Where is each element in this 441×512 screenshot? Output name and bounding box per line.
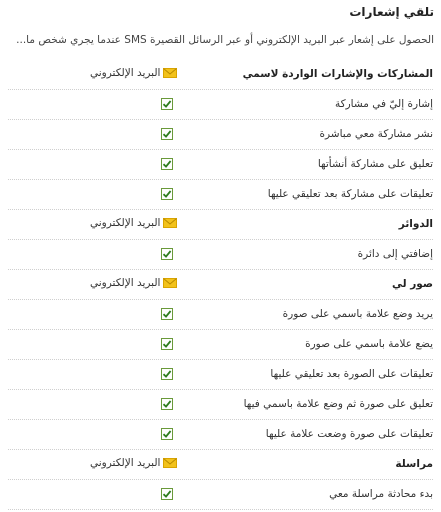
notification-row: بدء محادثة مراسلة معي (0, 480, 441, 510)
email-checkbox[interactable] (161, 398, 173, 410)
notification-row: تعليقات على صورة وضعت علامة عليها (0, 420, 441, 450)
notification-label: تعليق على صورة ثم وضع علامة باسمي فيها (243, 398, 433, 410)
section-header: الدوائر البريد الإلكتروني (0, 210, 441, 240)
page-description: الحصول على إشعار عبر البريد الإلكتروني أ… (16, 34, 434, 46)
notification-label: يضع علامة باسمي على صورة (305, 338, 433, 350)
notification-label: تعليقات على صورة وضعت علامة عليها (265, 428, 433, 440)
notification-row: يريد وضع علامة باسمي على صورة (0, 300, 441, 330)
email-checkbox[interactable] (161, 188, 173, 200)
notification-label: تعليقات على مشاركة بعد تعليقي عليها (267, 188, 433, 200)
notification-label: تعليقات على الصورة بعد تعليقي عليها (270, 368, 433, 380)
email-checkbox[interactable] (161, 308, 173, 320)
envelope-icon (163, 278, 178, 288)
envelope-icon (163, 218, 178, 228)
notification-row: تعليقات على الصورة بعد تعليقي عليها (0, 360, 441, 390)
email-column-label: البريد الإلكتروني (90, 217, 178, 229)
section-title: مراسلة (395, 458, 433, 470)
email-checkbox[interactable] (161, 98, 173, 110)
email-checkbox[interactable] (161, 128, 173, 140)
notification-row: تعليق على مشاركة أنشأتها (0, 150, 441, 180)
section-title: الدوائر (398, 218, 433, 230)
notification-label: بدء محادثة مراسلة معي (329, 488, 433, 500)
email-checkbox[interactable] (161, 428, 173, 440)
email-checkbox[interactable] (161, 368, 173, 380)
notification-row: إشارة إليّ في مشاركة (0, 90, 441, 120)
notification-label: تعليق على مشاركة أنشأتها (317, 158, 433, 170)
notification-row: تعليقات على مشاركة بعد تعليقي عليها (0, 180, 441, 210)
section-header: المشاركات والإشارات الواردة لاسمي البريد … (0, 60, 441, 90)
section-title: صور لي (392, 278, 433, 290)
email-column-text: البريد الإلكتروني (90, 217, 161, 229)
section-header: صور لي البريد الإلكتروني (0, 270, 441, 300)
email-checkbox[interactable] (161, 248, 173, 260)
envelope-icon (163, 458, 178, 468)
email-column-label: البريد الإلكتروني (90, 457, 178, 469)
envelope-icon (163, 68, 178, 78)
notification-row: نشر مشاركة معي مباشرة (0, 120, 441, 150)
section-header: مراسلة البريد الإلكتروني (0, 450, 441, 480)
notification-row: يضع علامة باسمي على صورة (0, 330, 441, 360)
email-column-text: البريد الإلكتروني (90, 457, 161, 469)
notification-row: تعليق على صورة ثم وضع علامة باسمي فيها (0, 390, 441, 420)
email-column-label: البريد الإلكتروني (90, 277, 178, 289)
row-divider (8, 509, 433, 510)
email-column-label: البريد الإلكتروني (90, 67, 178, 79)
notification-label: إشارة إليّ في مشاركة (334, 98, 433, 110)
email-checkbox[interactable] (161, 488, 173, 500)
email-column-text: البريد الإلكتروني (90, 277, 161, 289)
notification-label: إضافتي إلى دائرة (357, 248, 433, 260)
section-title: المشاركات والإشارات الواردة لاسمي (242, 68, 433, 80)
page-title: تلقي إشعارات (349, 5, 434, 19)
email-checkbox[interactable] (161, 158, 173, 170)
notification-label: نشر مشاركة معي مباشرة (319, 128, 433, 140)
notification-row: إضافتي إلى دائرة (0, 240, 441, 270)
email-checkbox[interactable] (161, 338, 173, 350)
notification-label: يريد وضع علامة باسمي على صورة (282, 308, 433, 320)
email-column-text: البريد الإلكتروني (90, 67, 161, 79)
notification-settings-page: تلقي إشعارات الحصول على إشعار عبر البريد… (0, 0, 441, 512)
